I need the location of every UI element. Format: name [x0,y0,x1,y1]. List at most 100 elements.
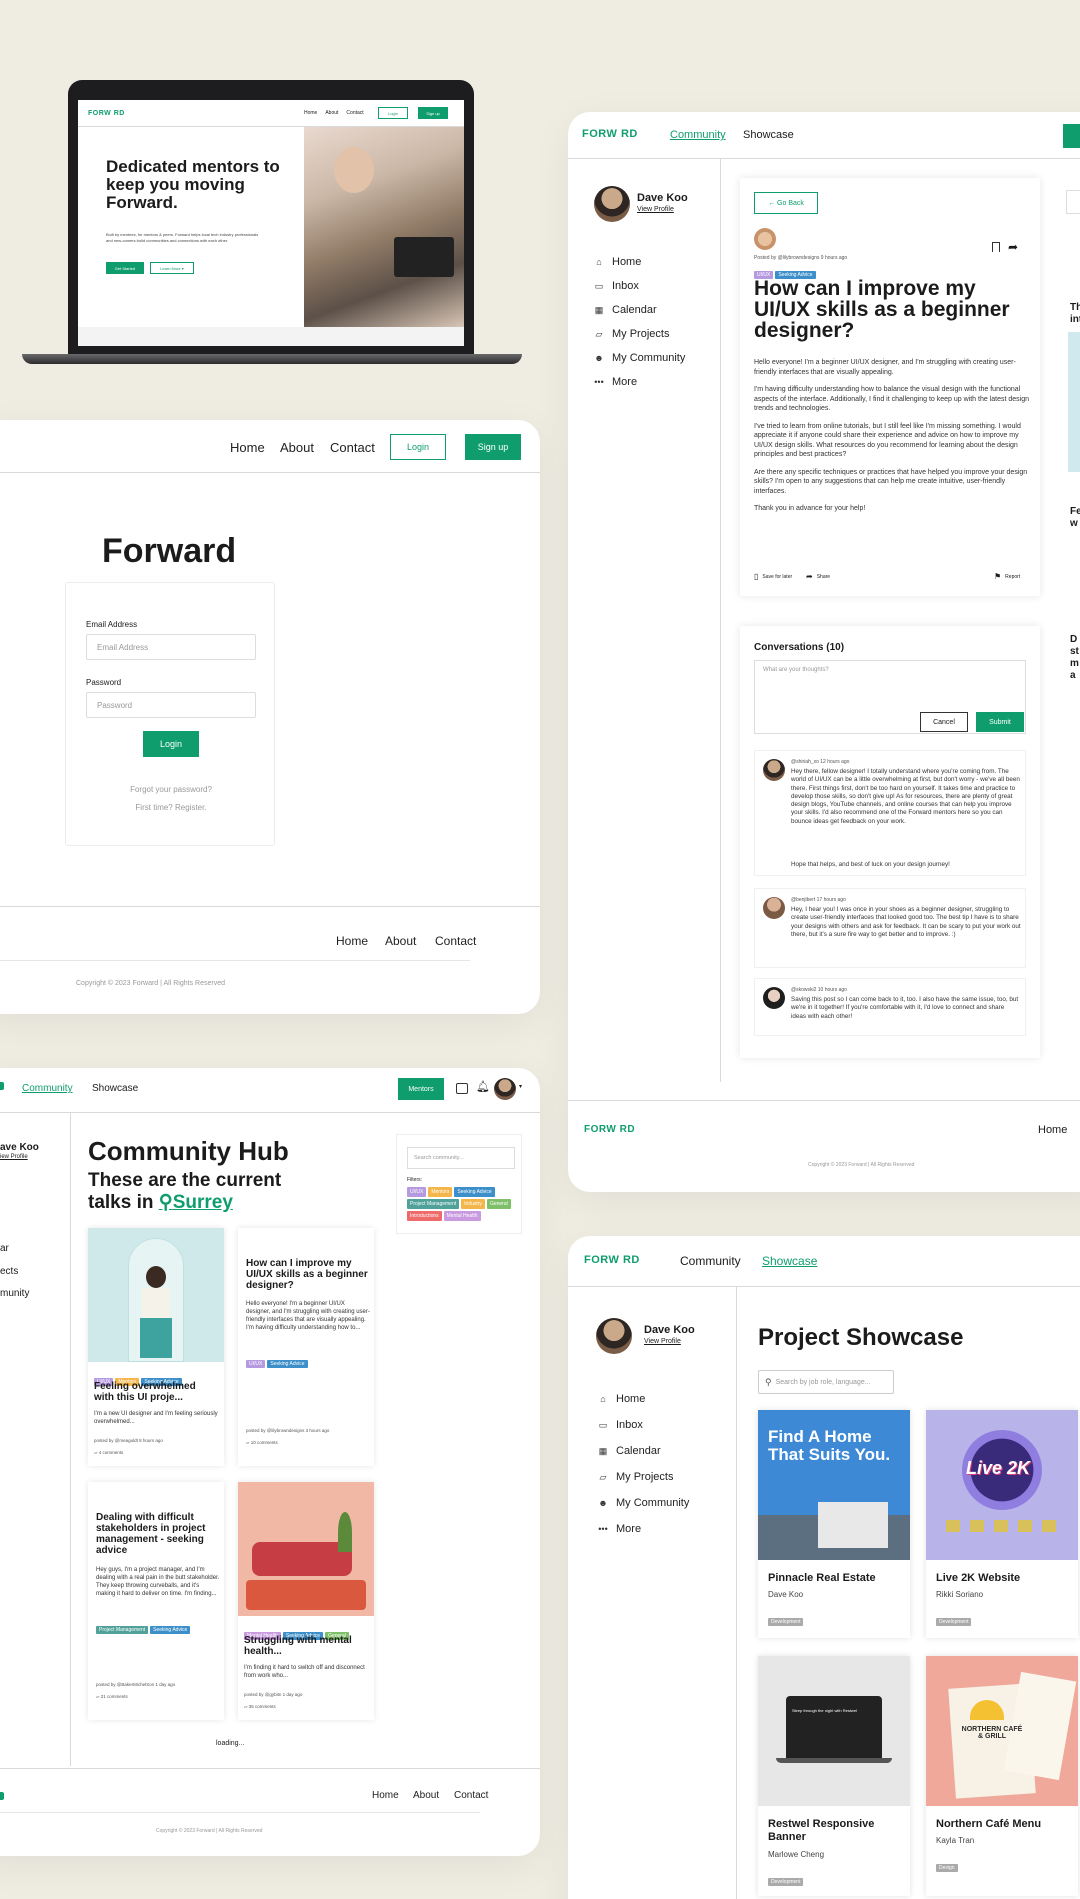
share-button[interactable]: ➦ Share [806,572,830,581]
laptop-base [22,354,522,364]
project-tag[interactable]: Development [768,1618,804,1626]
hub-nav-community[interactable]: Community [22,1083,73,1094]
signup-header-button[interactable]: Sign up [465,434,521,460]
post-footer-home[interactable]: Home [1038,1124,1067,1136]
filter-chip[interactable]: Introductions [407,1211,442,1221]
sidebar-item-home[interactable]: ⌂ Home [594,250,685,274]
laptop-signup-button[interactable]: Sign up [418,107,448,119]
commenter-avatar[interactable] [763,987,785,1009]
sidebar-item-inbox[interactable]: ▭ Inbox [598,1412,689,1438]
hub-user-link-fragment[interactable]: iew Profile [0,1154,28,1160]
sidebar-item-community[interactable]: ☻ My Community [594,346,685,370]
showcase-user-avatar[interactable] [596,1318,632,1354]
sidebar-item-more[interactable]: ••• More [594,370,685,394]
sidebar-item-projects[interactable]: ▱ My Projects [594,322,685,346]
project-tag[interactable]: Development [768,1878,804,1886]
hub-sidebar-fragment[interactable]: ects [0,1266,18,1277]
login-submit-button[interactable]: Login [143,731,199,757]
community-search-input[interactable]: Search community... [407,1147,515,1169]
showcase-nav-showcase[interactable]: Showcase [762,1254,817,1268]
login-nav-about[interactable]: About [280,440,314,455]
bell-icon[interactable]: 🔔︎ [476,1080,490,1093]
filter-chip[interactable]: General [486,1199,511,1209]
home-icon: ⌂ [596,257,602,267]
inbox-icon[interactable] [456,1083,468,1094]
community-post-card[interactable]: Dealing with difficult stakeholders in p… [88,1482,224,1720]
login-header-button[interactable]: Login [390,434,446,460]
bookmark-icon[interactable] [992,242,1000,252]
showcase-user-name: Dave Koo [644,1324,695,1336]
login-nav-contact[interactable]: Contact [330,440,375,455]
post-nav-showcase[interactable]: Showcase [743,129,794,141]
share-icon[interactable]: ➦ [1008,240,1018,254]
forgot-password-link[interactable]: Forgot your password? [66,785,276,794]
project-tag[interactable]: Development [936,1618,972,1626]
sidebar-item-more[interactable]: ••• More [598,1516,689,1542]
hub-user-avatar[interactable] [494,1078,516,1100]
post-user-avatar[interactable] [594,186,630,222]
community-post-card[interactable]: How can I improve my UI/UX skills as a b… [238,1228,374,1466]
hub-footer-contact[interactable]: Contact [454,1790,488,1801]
project-card[interactable]: Sleep through the night with Restwel Res… [758,1656,910,1896]
login-footer-about[interactable]: About [385,934,416,948]
project-tag[interactable]: Design [936,1864,958,1872]
password-field[interactable]: Password [86,692,256,718]
submit-comment-button[interactable]: Submit [976,712,1024,732]
showcase-search-input[interactable]: ⚲ Search by job role, language... [758,1370,894,1394]
hub-sidebar-fragment[interactable]: munity [0,1288,29,1299]
project-card[interactable]: Live 2K Live 2K Website Rikki Soriano De… [926,1410,1078,1638]
email-field[interactable]: Email Address [86,634,256,660]
register-link[interactable]: First time? Register. [66,803,276,812]
sidebar-item-calendar[interactable]: ▦ Calendar [594,298,685,322]
laptop-learn-button[interactable]: Learn More ▾ [150,262,194,274]
commenter-avatar[interactable] [763,897,785,919]
community-post-card[interactable]: Mental Health Seeking Advice General Strug… [238,1482,374,1720]
location-link[interactable]: Surrey [173,1192,233,1213]
laptop-nav-home[interactable]: Home [304,110,317,116]
hub-sidebar-fragment[interactable]: ar [0,1243,9,1254]
showcase-logo[interactable]: FORW RD [584,1254,640,1266]
chevron-down-icon[interactable]: ▾ [519,1083,522,1090]
hub-logo-fragment [0,1082,4,1090]
hub-footer-about[interactable]: About [413,1790,439,1801]
filter-chip[interactable]: Project Management [407,1199,460,1209]
go-back-button[interactable]: ← Go Back [754,192,818,214]
post-nav-community[interactable]: Community [670,129,726,141]
sidebar-item-inbox[interactable]: ▭ Inbox [594,274,685,298]
project-card[interactable]: Find A Home That Suits You. Pinnacle Rea… [758,1410,910,1638]
filter-chip[interactable]: Seeking Advice [454,1187,495,1197]
sidebar-item-home[interactable]: ⌂ Home [598,1386,689,1412]
community-post-card[interactable]: UI/UX Mentors Seeking Advice Feeling overw… [88,1228,224,1466]
filters-label: Filters: [407,1177,422,1183]
commenter-avatar[interactable] [763,759,785,781]
showcase-nav-community[interactable]: Community [680,1254,741,1268]
filter-chip[interactable]: Mental Health [443,1211,481,1221]
post-author-avatar[interactable] [754,228,776,250]
hub-nav-showcase[interactable]: Showcase [92,1083,138,1094]
login-footer-contact[interactable]: Contact [435,934,476,948]
loading-indicator: loading... [216,1740,245,1747]
laptop-nav-about[interactable]: About [325,110,338,116]
hub-footer-home[interactable]: Home [372,1790,399,1801]
filter-chip[interactable]: Mentors [428,1187,453,1197]
report-button[interactable]: ⚑ Report [994,572,1020,581]
post-footer-logo[interactable]: FORW RD [584,1124,635,1135]
login-footer-home[interactable]: Home [336,934,368,948]
sidebar-item-projects[interactable]: ▱ My Projects [598,1464,689,1490]
sidebar-item-calendar[interactable]: ▦ Calendar [598,1438,689,1464]
save-for-later-button[interactable]: ▯ Save for later [754,572,792,581]
post-user-profile-link[interactable]: View Profile [637,206,674,213]
filter-chip[interactable]: Industry [461,1199,485,1209]
filter-chip[interactable]: UI/UX [407,1187,427,1197]
laptop-nav-contact[interactable]: Contact [346,110,363,116]
sidebar-item-community[interactable]: ☻ My Community [598,1490,689,1516]
login-nav-home[interactable]: Home [230,440,265,455]
post-illustration [88,1228,224,1362]
cancel-button[interactable]: Cancel [920,712,968,732]
project-card[interactable]: NORTHERN CAFÉ & GRILL Northern Café Menu… [926,1656,1078,1896]
mentors-button[interactable]: Mentors [398,1078,444,1100]
laptop-login-button[interactable]: Login [378,107,408,119]
post-logo[interactable]: FORW RD [582,128,638,140]
showcase-user-link[interactable]: View Profile [644,1338,681,1345]
laptop-cta-button[interactable]: Get Started [106,262,144,274]
